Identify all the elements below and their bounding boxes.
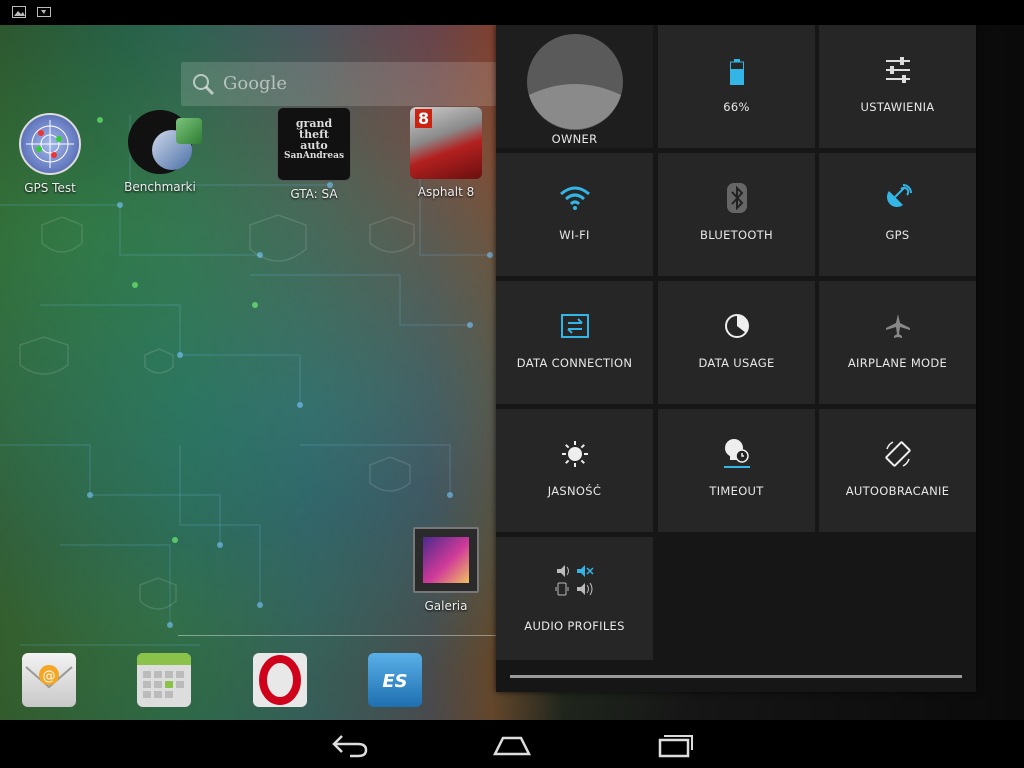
tile-label: DATA CONNECTION [516,356,633,370]
gps-test-icon [19,113,81,175]
tile-data-connection[interactable]: DATA CONNECTION [496,281,653,404]
tile-label: DATA USAGE [698,356,775,370]
airplane-icon [819,311,976,341]
asphalt-8-icon: 8 [410,107,482,179]
brightness-icon [496,439,653,469]
calendar-icon[interactable] [137,653,191,707]
app-gps-test[interactable]: GPS Test [0,113,100,195]
screenshot-notification-icon [37,7,51,17]
tile-audio-profiles[interactable]: AUDIO PROFILES [496,537,653,660]
app-label: GPS Test [24,181,76,195]
gta-sa-icon: grand theft auto SanAndreas [277,107,351,181]
brightness-slider[interactable] [510,675,962,678]
settings-sliders-icon [819,55,976,85]
data-connection-icon [496,311,653,341]
back-icon[interactable] [330,732,370,758]
gps-icon [819,183,976,213]
es-file-explorer-icon[interactable]: ES [368,653,422,707]
quick-settings-panel: OWNER 66% USTAWIENIA WI-FI BLUETOOTH GPS… [496,25,976,692]
tile-autorotate[interactable]: AUTOOBRACANIE [819,409,976,532]
navigation-bar [0,720,1024,768]
tile-airplane-mode[interactable]: AIRPLANE MODE [819,281,976,404]
tile-settings[interactable]: USTAWIENIA [819,25,976,148]
tile-brightness[interactable]: JASNOŚĆ [496,409,653,532]
tile-gps[interactable]: GPS [819,153,976,276]
app-label: Benchmarki [124,180,196,194]
bluetooth-icon [658,183,815,213]
tile-owner[interactable]: OWNER [496,25,653,148]
tile-label: USTAWIENIA [860,100,935,114]
recent-apps-icon[interactable] [654,732,694,758]
tile-label: AUDIO PROFILES [524,619,625,633]
gta-icon-word: SanAndreas [283,151,345,161]
app-galeria[interactable]: Galeria [396,527,496,613]
battery-icon [658,57,815,87]
gallery-notification-icon [12,6,26,18]
autorotate-icon [819,439,976,469]
es-icon-label: ES [382,671,408,692]
avatar [527,34,623,130]
app-benchmarki[interactable]: Benchmarki [110,110,210,194]
data-usage-icon [658,311,815,341]
app-asphalt-8[interactable]: 8 Asphalt 8 [396,107,496,199]
tile-label: AIRPLANE MODE [847,356,948,370]
audio-profiles-icon [496,565,653,596]
opera-icon[interactable] [253,653,307,707]
google-search-bar[interactable]: Google [181,62,496,106]
timeout-icon [658,439,815,469]
google-search-label: Google [223,73,287,94]
tile-wifi[interactable]: WI-FI [496,153,653,276]
email-icon[interactable]: @ [22,653,76,707]
dock-divider [178,635,496,636]
tile-label: AUTOOBRACANIE [845,484,950,498]
svg-text:@: @ [43,669,56,684]
tile-timeout[interactable]: TIMEOUT [658,409,815,532]
tile-label: OWNER [551,132,598,146]
tile-label: WI-FI [559,228,590,242]
tile-label: TIMEOUT [709,484,764,498]
tile-label: 66% [723,100,750,114]
wifi-icon [496,183,653,213]
app-label: Galeria [424,599,468,613]
asphalt-badge: 8 [415,109,433,128]
tile-label: BLUETOOTH [700,228,773,242]
gta-icon-word: auto [300,139,328,152]
status-bar [0,0,1024,25]
benchmark-folder-icon [128,110,202,174]
app-label: Asphalt 8 [417,185,475,199]
app-gta-sa[interactable]: grand theft auto SanAndreas GTA: SA [264,107,364,201]
tile-label: JASNOŚĆ [547,484,602,498]
tile-data-usage[interactable]: DATA USAGE [658,281,815,404]
tile-bluetooth[interactable]: BLUETOOTH [658,153,815,276]
tile-label: GPS [885,228,910,242]
home-icon[interactable] [492,732,532,758]
gallery-icon [413,527,479,593]
tile-battery[interactable]: 66% [658,25,815,148]
search-icon [193,74,215,96]
app-label: GTA: SA [290,187,338,201]
